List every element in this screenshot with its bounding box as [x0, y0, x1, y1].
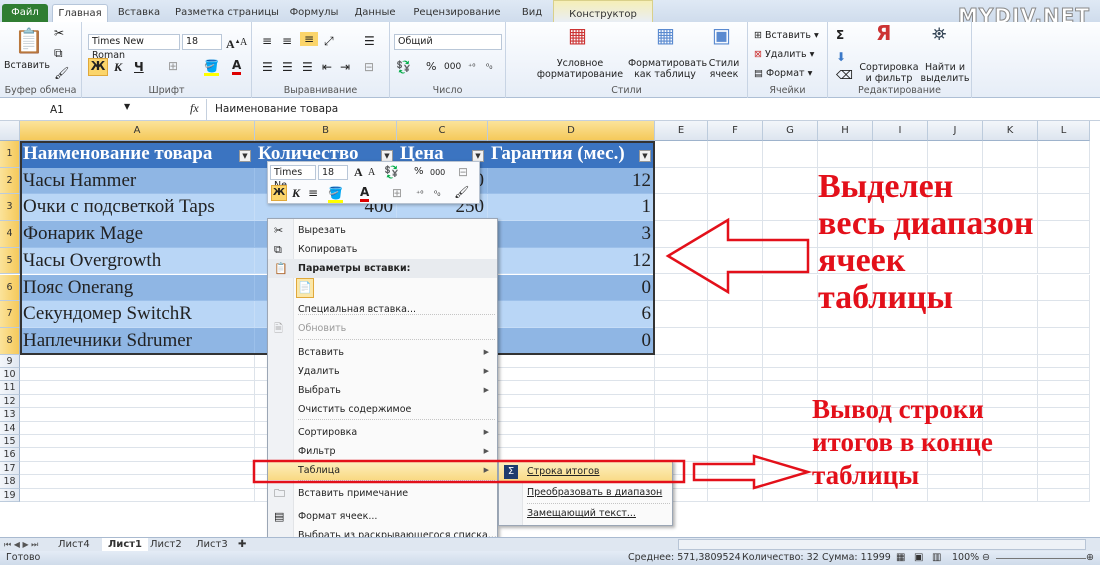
- table-item-highlight-box: [252, 459, 686, 484]
- annotation-line: весь диапазон: [818, 205, 1034, 242]
- annotation-line: ячеек: [818, 242, 906, 279]
- annotation-line: таблицы: [812, 460, 920, 490]
- annotation-line: Вывод строки: [812, 394, 984, 424]
- left-arrow-shape: [665, 217, 810, 295]
- annotation-line: итогов в конце: [812, 427, 993, 457]
- annotation-selected-range: Выделен весь диапазон ячеек таблицы: [818, 168, 1033, 316]
- annotation-totals-row: Вывод строки итогов в конце таблицы: [812, 393, 993, 492]
- annotation-line: Выделен: [818, 168, 954, 205]
- right-arrow-shape: [692, 454, 813, 490]
- annotation-line: таблицы: [818, 279, 954, 316]
